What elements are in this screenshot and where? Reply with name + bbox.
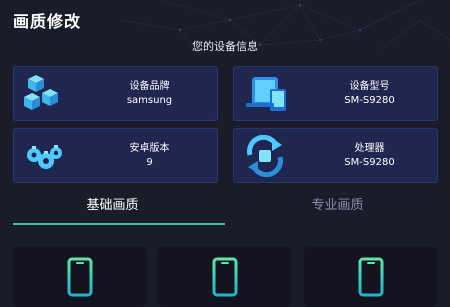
device-model-value: SM-S9280 <box>344 95 395 106</box>
android-version-value: 9 <box>146 157 153 168</box>
processor-refresh-icon <box>247 135 283 177</box>
phone-icon <box>212 257 238 297</box>
cubes-icon <box>24 75 58 110</box>
tab-basic-quality[interactable]: 基础画质 <box>0 192 225 226</box>
quality-option-card[interactable] <box>158 247 291 307</box>
phone-icon <box>67 257 93 297</box>
processor-label: 处理器 <box>354 143 385 154</box>
devices-icon <box>246 77 286 111</box>
processor-value: SM-S9280 <box>344 157 395 168</box>
processor-card: 处理器 SM-S9280 <box>233 128 438 183</box>
quality-option-card[interactable] <box>304 247 437 307</box>
device-brand-card: 设备品牌 samsung <box>13 66 218 121</box>
device-model-card: 设备型号 SM-S9280 <box>233 66 438 121</box>
gears-icon <box>27 145 62 169</box>
phone-icon <box>358 257 384 297</box>
android-version-card: 安卓版本 9 <box>13 128 218 183</box>
active-tab-indicator <box>13 223 225 225</box>
page-title: 画质修改 <box>13 12 82 31</box>
device-model-label: 设备型号 <box>349 81 390 92</box>
device-brand-label: 设备品牌 <box>129 81 170 92</box>
device-info-title: 您的设备信息 <box>192 40 258 53</box>
quality-option-card[interactable] <box>13 247 146 307</box>
quality-tabs: 基础画质 专业画质 <box>0 192 450 228</box>
device-brand-value: samsung <box>126 95 173 106</box>
android-version-label: 安卓版本 <box>129 143 170 154</box>
tab-pro-quality[interactable]: 专业画质 <box>225 192 450 226</box>
